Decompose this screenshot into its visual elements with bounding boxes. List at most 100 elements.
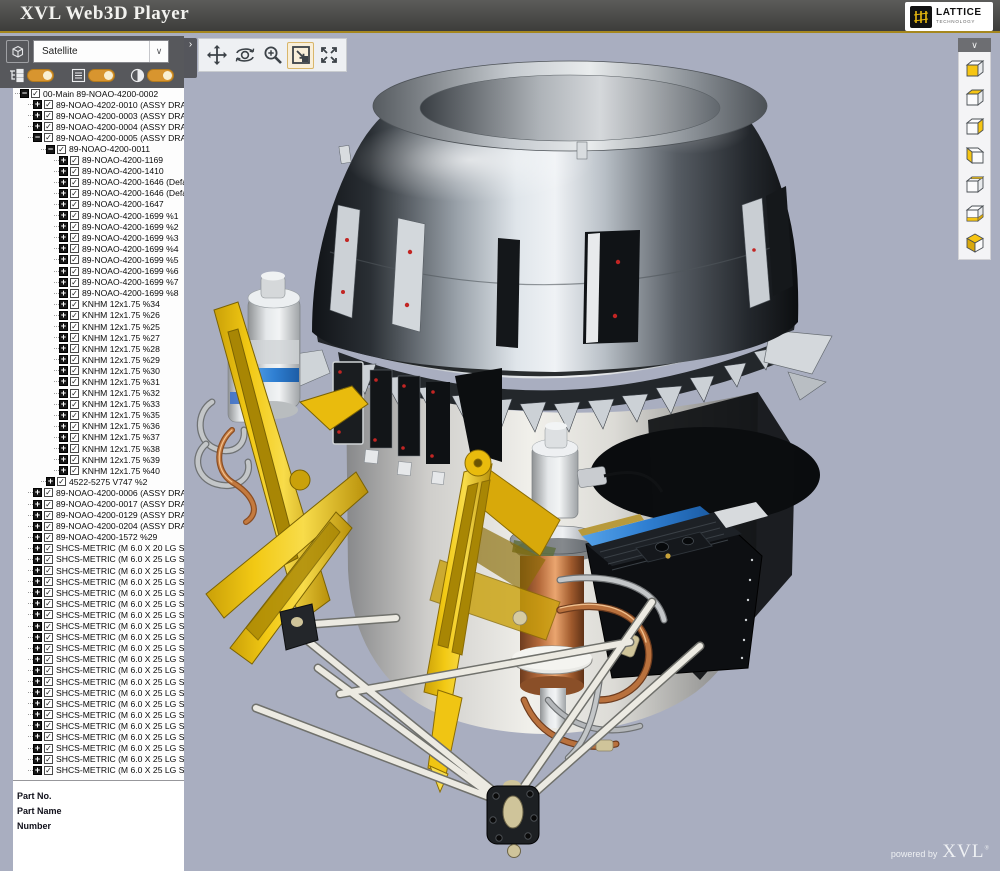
visibility-checkbox[interactable]: ✓ bbox=[44, 555, 53, 564]
visibility-checkbox[interactable]: ✓ bbox=[44, 688, 53, 697]
shading-toggle[interactable] bbox=[147, 69, 174, 82]
visibility-checkbox[interactable]: ✓ bbox=[44, 666, 53, 675]
expand-icon[interactable]: + bbox=[33, 666, 42, 675]
visibility-checkbox[interactable]: ✓ bbox=[70, 389, 79, 398]
expand-icon[interactable]: + bbox=[59, 411, 68, 420]
expand-icon[interactable]: + bbox=[33, 622, 42, 631]
visibility-checkbox[interactable]: ✓ bbox=[57, 477, 66, 486]
expand-icon[interactable]: + bbox=[59, 400, 68, 409]
tree-item[interactable]: +✓KNHM 12x1.75 %25 bbox=[13, 321, 184, 332]
visibility-checkbox[interactable]: ✓ bbox=[70, 267, 79, 276]
collapse-icon[interactable]: − bbox=[33, 133, 42, 142]
expand-icon[interactable]: + bbox=[33, 111, 42, 120]
expand-icon[interactable]: + bbox=[59, 167, 68, 176]
tree-item[interactable]: −✓00-Main 89-NOAO-4200-0002 bbox=[13, 88, 184, 99]
visibility-checkbox[interactable]: ✓ bbox=[44, 544, 53, 553]
visibility-checkbox[interactable]: ✓ bbox=[70, 466, 79, 475]
tree-item[interactable]: +✓SHCS-METRIC (M 6.0 X 25 LG S bbox=[13, 765, 184, 776]
tree-item[interactable]: +✓89-NOAO-4200-1699 %7 bbox=[13, 277, 184, 288]
visibility-checkbox[interactable]: ✓ bbox=[44, 644, 53, 653]
expand-icon[interactable]: + bbox=[33, 100, 42, 109]
expand-icon[interactable]: + bbox=[59, 422, 68, 431]
visibility-checkbox[interactable]: ✓ bbox=[70, 377, 79, 386]
visibility-checkbox[interactable]: ✓ bbox=[44, 100, 53, 109]
tree-item[interactable]: +✓KNHM 12x1.75 %30 bbox=[13, 365, 184, 376]
tree-item[interactable]: +✓SHCS-METRIC (M 6.0 X 25 LG S bbox=[13, 565, 184, 576]
expand-icon[interactable]: + bbox=[59, 377, 68, 386]
visibility-checkbox[interactable]: ✓ bbox=[44, 588, 53, 597]
expand-icon[interactable]: + bbox=[59, 455, 68, 464]
expand-icon[interactable]: + bbox=[59, 189, 68, 198]
view-left-button[interactable] bbox=[959, 141, 990, 170]
expand-icon[interactable]: + bbox=[33, 544, 42, 553]
tree-item[interactable]: −✓89-NOAO-4200-0005 (ASSY DRA bbox=[13, 132, 184, 143]
visibility-checkbox[interactable]: ✓ bbox=[70, 156, 79, 165]
visibility-checkbox[interactable]: ✓ bbox=[70, 178, 79, 187]
tree-item[interactable]: +✓KNHM 12x1.75 %38 bbox=[13, 443, 184, 454]
expand-icon[interactable]: + bbox=[33, 644, 42, 653]
expand-icon[interactable]: + bbox=[33, 688, 42, 697]
visibility-checkbox[interactable]: ✓ bbox=[70, 300, 79, 309]
expand-icon[interactable]: + bbox=[59, 355, 68, 364]
panel-visibility-toggle[interactable] bbox=[88, 69, 115, 82]
visibility-checkbox[interactable]: ✓ bbox=[70, 344, 79, 353]
expand-icon[interactable]: + bbox=[59, 267, 68, 276]
visibility-checkbox[interactable]: ✓ bbox=[70, 255, 79, 264]
tree-item[interactable]: +✓89-NOAO-4200-1572 %29 bbox=[13, 532, 184, 543]
visibility-checkbox[interactable]: ✓ bbox=[44, 133, 53, 142]
tree-item[interactable]: +✓KNHM 12x1.75 %34 bbox=[13, 299, 184, 310]
visibility-checkbox[interactable]: ✓ bbox=[44, 500, 53, 509]
expand-icon[interactable]: + bbox=[33, 122, 42, 131]
expand-icon[interactable]: + bbox=[33, 732, 42, 741]
tree-item[interactable]: +✓SHCS-METRIC (M 6.0 X 25 LG S bbox=[13, 743, 184, 754]
visibility-checkbox[interactable]: ✓ bbox=[44, 755, 53, 764]
expand-icon[interactable]: + bbox=[33, 500, 42, 509]
visibility-checkbox[interactable]: ✓ bbox=[57, 145, 66, 154]
fit-view-tool-button[interactable] bbox=[287, 42, 314, 69]
satellite-3d-model[interactable] bbox=[184, 36, 1000, 871]
tree-item[interactable]: +✓SHCS-METRIC (M 6.0 X 25 LG S bbox=[13, 643, 184, 654]
expand-icon[interactable]: + bbox=[33, 721, 42, 730]
tree-item[interactable]: +✓KNHM 12x1.75 %32 bbox=[13, 388, 184, 399]
view-isometric-button[interactable] bbox=[959, 228, 990, 257]
expand-icon[interactable]: + bbox=[33, 588, 42, 597]
visibility-checkbox[interactable]: ✓ bbox=[44, 577, 53, 586]
tree-item[interactable]: +✓89-NOAO-4200-1699 %2 bbox=[13, 221, 184, 232]
tree-item[interactable]: +✓SHCS-METRIC (M 6.0 X 25 LG S bbox=[13, 709, 184, 720]
visibility-checkbox[interactable]: ✓ bbox=[44, 677, 53, 686]
tree-item[interactable]: +✓89-NOAO-4200-1699 %4 bbox=[13, 243, 184, 254]
expand-icon[interactable]: + bbox=[33, 488, 42, 497]
visibility-checkbox[interactable]: ✓ bbox=[70, 200, 79, 209]
expand-icon[interactable]: + bbox=[33, 677, 42, 686]
view-back-button[interactable] bbox=[959, 170, 990, 199]
tree-item[interactable]: +✓SHCS-METRIC (M 6.0 X 25 LG S bbox=[13, 598, 184, 609]
view-front-button[interactable] bbox=[959, 54, 990, 83]
tree-item[interactable]: +✓SHCS-METRIC (M 6.0 X 25 LG S bbox=[13, 676, 184, 687]
tree-item[interactable]: +✓SHCS-METRIC (M 6.0 X 25 LG S bbox=[13, 609, 184, 620]
expand-icon[interactable]: + bbox=[59, 433, 68, 442]
expand-icon[interactable]: + bbox=[59, 233, 68, 242]
fullscreen-tool-button[interactable] bbox=[315, 42, 342, 69]
tree-item[interactable]: +✓KNHM 12x1.75 %37 bbox=[13, 432, 184, 443]
tree-item[interactable]: +✓SHCS-METRIC (M 6.0 X 25 LG S bbox=[13, 654, 184, 665]
tree-item[interactable]: +✓SHCS-METRIC (M 6.0 X 25 LG S bbox=[13, 731, 184, 742]
visibility-checkbox[interactable]: ✓ bbox=[70, 455, 79, 464]
expand-icon[interactable]: + bbox=[33, 699, 42, 708]
visibility-checkbox[interactable]: ✓ bbox=[70, 411, 79, 420]
expand-icon[interactable]: + bbox=[59, 289, 68, 298]
expand-icon[interactable]: + bbox=[33, 755, 42, 764]
expand-icon[interactable]: + bbox=[59, 211, 68, 220]
collapse-icon[interactable]: − bbox=[20, 89, 29, 98]
tree-visibility-toggle[interactable] bbox=[27, 69, 54, 82]
tree-item[interactable]: +✓KNHM 12x1.75 %28 bbox=[13, 343, 184, 354]
visibility-checkbox[interactable]: ✓ bbox=[44, 744, 53, 753]
visibility-checkbox[interactable]: ✓ bbox=[44, 732, 53, 741]
tree-item[interactable]: +✓SHCS-METRIC (M 6.0 X 20 LG S bbox=[13, 543, 184, 554]
visibility-checkbox[interactable]: ✓ bbox=[70, 222, 79, 231]
assembly-tree[interactable]: −✓00-Main 89-NOAO-4200-0002 +✓89-NOAO-420… bbox=[13, 88, 184, 780]
tree-item[interactable]: +✓89-NOAO-4200-1699 %6 bbox=[13, 266, 184, 277]
view-top-button[interactable] bbox=[959, 83, 990, 112]
expand-icon[interactable]: + bbox=[33, 766, 42, 775]
visibility-checkbox[interactable]: ✓ bbox=[70, 211, 79, 220]
visibility-checkbox[interactable]: ✓ bbox=[44, 655, 53, 664]
